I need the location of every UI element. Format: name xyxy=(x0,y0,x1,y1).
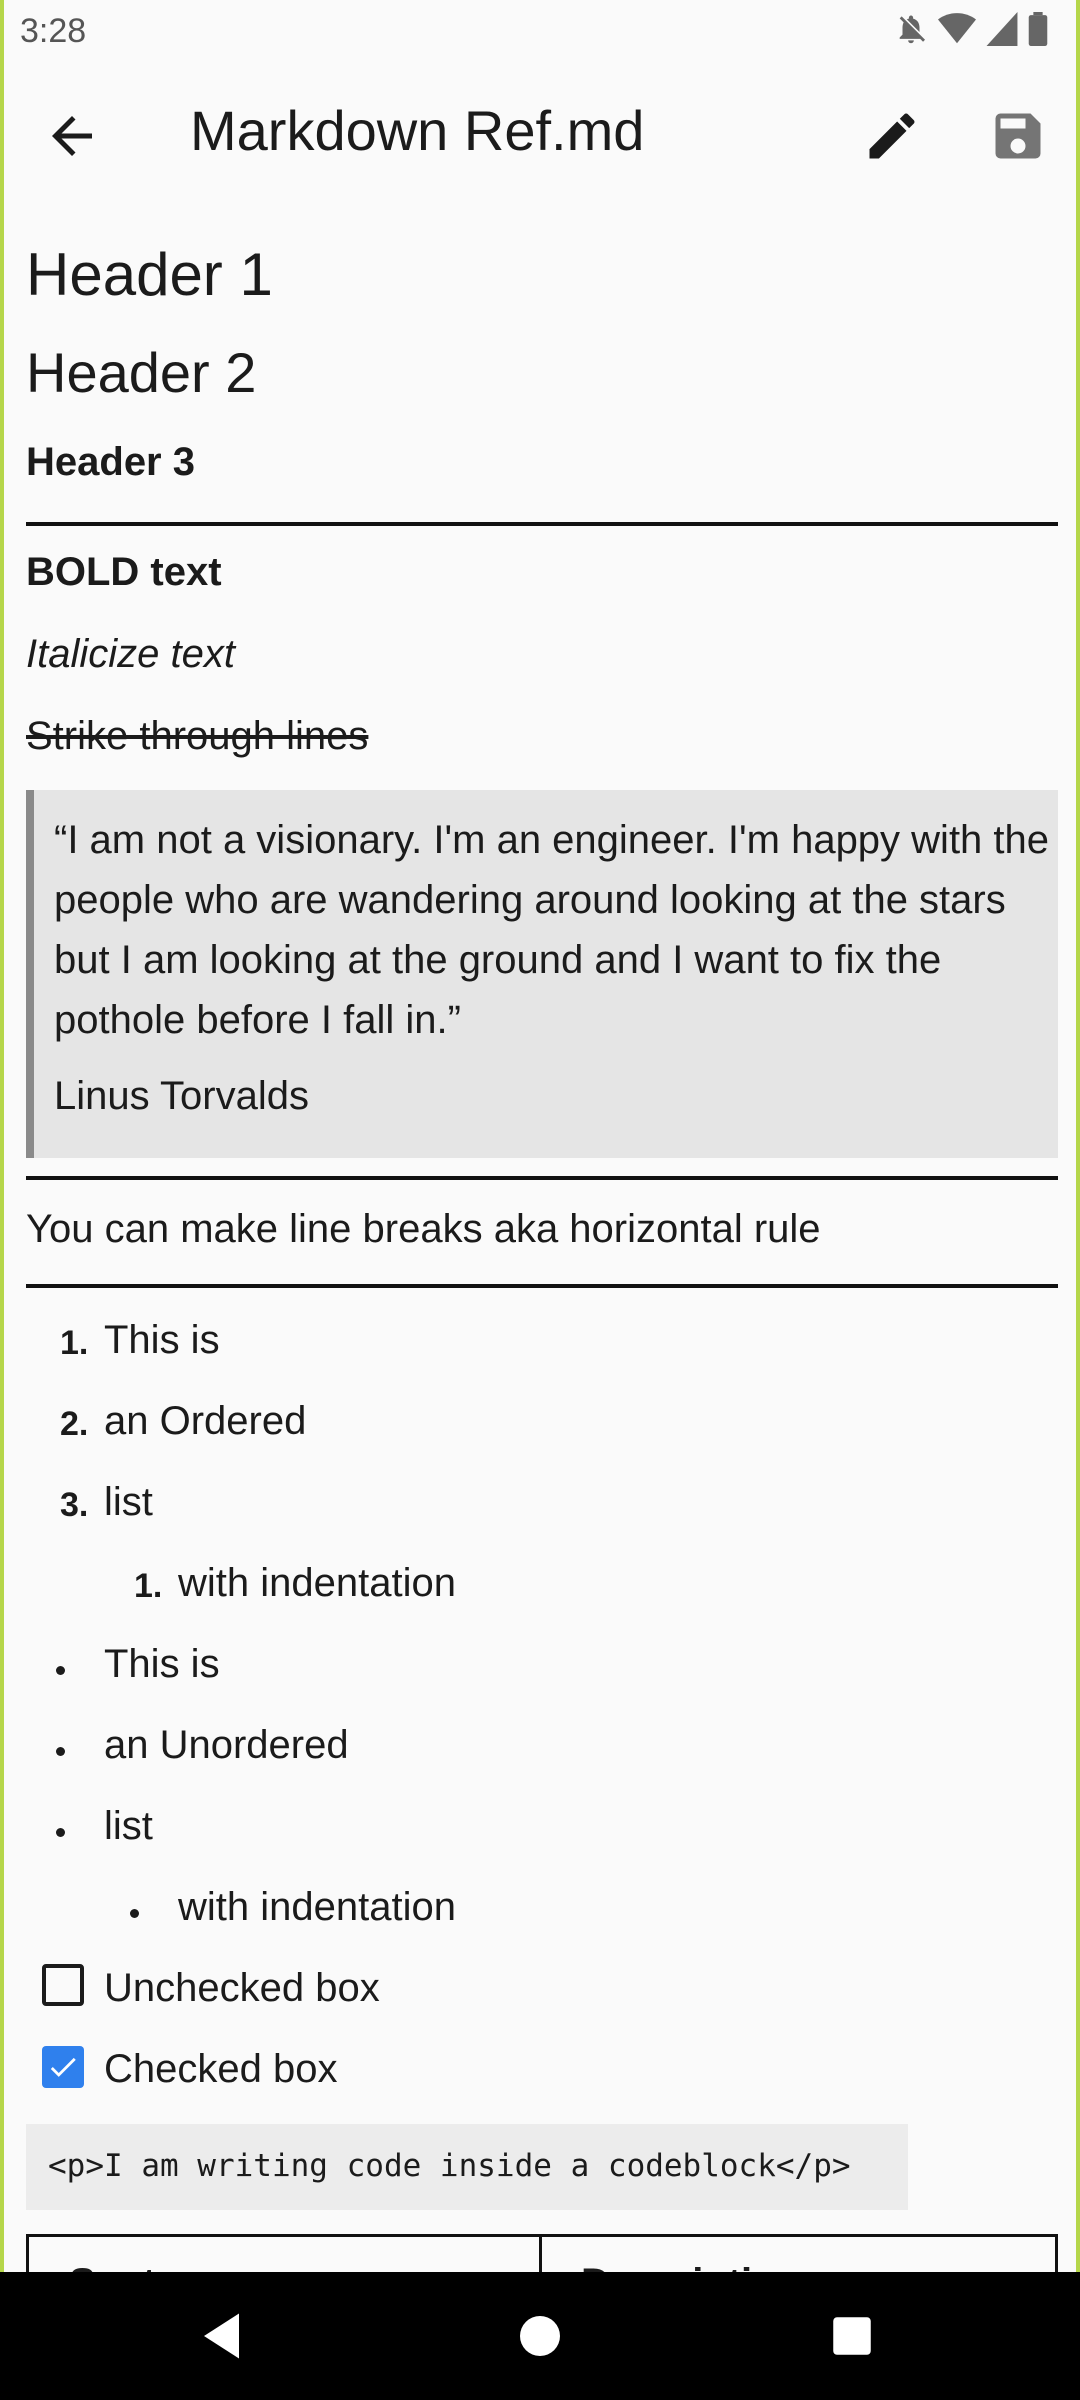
table-header-cell: Description xyxy=(581,2261,801,2272)
ordered-list-item: with indentation xyxy=(178,1561,456,1605)
ordered-list-item: an Ordered xyxy=(104,1399,307,1443)
wifi-icon xyxy=(938,12,976,46)
checkbox-label: Checked box xyxy=(104,2047,338,2091)
checkmark-icon xyxy=(50,2057,76,2077)
bullet-marker xyxy=(56,1666,65,1675)
unordered-list-item: This is xyxy=(104,1642,220,1686)
markdown-table: Syntax Description xyxy=(26,2234,1058,2272)
ordered-list-number: 1. xyxy=(134,1567,163,1605)
blockquote-text: “I am not a visionary. I'm an engineer. … xyxy=(54,818,1050,1042)
checkbox-label: Unchecked box xyxy=(104,1966,380,2010)
code-block: <p>I am writing code inside a codeblock<… xyxy=(26,2124,908,2210)
unordered-list-item: an Unordered xyxy=(104,1723,349,1767)
horizontal-rule xyxy=(26,1176,1058,1180)
strikethrough-text: Strike through lines xyxy=(26,714,369,758)
status-icons xyxy=(894,12,1048,46)
ordered-list-number: 2. xyxy=(60,1405,89,1443)
blockquote: “I am not a visionary. I'm an engineer. … xyxy=(26,790,1058,1158)
nav-recents-icon[interactable] xyxy=(822,2306,882,2366)
notifications-off-icon xyxy=(894,12,928,46)
status-time: 3:28 xyxy=(20,12,87,50)
bullet-marker xyxy=(56,1747,65,1756)
horizontal-rule xyxy=(26,522,1058,526)
heading-1: Header 1 xyxy=(26,241,273,308)
blockquote-author: Linus Torvalds xyxy=(54,1074,309,1118)
bold-text: BOLD text xyxy=(26,550,222,594)
document-title: Markdown Ref.md xyxy=(190,99,645,162)
nav-home-icon[interactable] xyxy=(510,2306,570,2366)
checked-checkbox[interactable] xyxy=(42,2046,84,2088)
ordered-list-item: This is xyxy=(104,1318,220,1362)
navigation-bar xyxy=(0,2272,1080,2400)
heading-3: Header 3 xyxy=(26,440,195,484)
unchecked-checkbox[interactable] xyxy=(42,1964,84,2006)
save-icon[interactable] xyxy=(988,106,1048,166)
status-bar: 3:28 xyxy=(4,0,1076,64)
bullet-marker xyxy=(56,1828,65,1837)
nav-back-icon[interactable] xyxy=(194,2306,254,2366)
ordered-list-number: 3. xyxy=(60,1486,89,1524)
horizontal-rule xyxy=(26,1284,1058,1288)
table-column-divider xyxy=(539,2237,542,2272)
cellular-signal-icon xyxy=(986,12,1018,46)
screen: 3:28 Markdown Ref.md Header 1 Header 2 H… xyxy=(4,0,1076,2272)
paragraph: You can make line breaks aka horizontal … xyxy=(26,1207,821,1251)
back-arrow-icon[interactable] xyxy=(42,106,102,166)
battery-icon xyxy=(1028,12,1048,46)
code-text: <p>I am writing code inside a codeblock<… xyxy=(48,2148,851,2184)
unordered-list-item: list xyxy=(104,1804,153,1848)
app-bar: Markdown Ref.md xyxy=(4,64,1076,204)
unordered-list-item: with indentation xyxy=(178,1885,456,1929)
italic-text: Italicize text xyxy=(26,632,235,676)
ordered-list-item: list xyxy=(104,1480,153,1524)
ordered-list-number: 1. xyxy=(60,1324,89,1362)
bullet-marker xyxy=(130,1909,139,1918)
edit-pencil-icon[interactable] xyxy=(862,106,922,166)
heading-2: Header 2 xyxy=(26,341,257,404)
table-header-cell: Syntax xyxy=(69,2261,200,2272)
